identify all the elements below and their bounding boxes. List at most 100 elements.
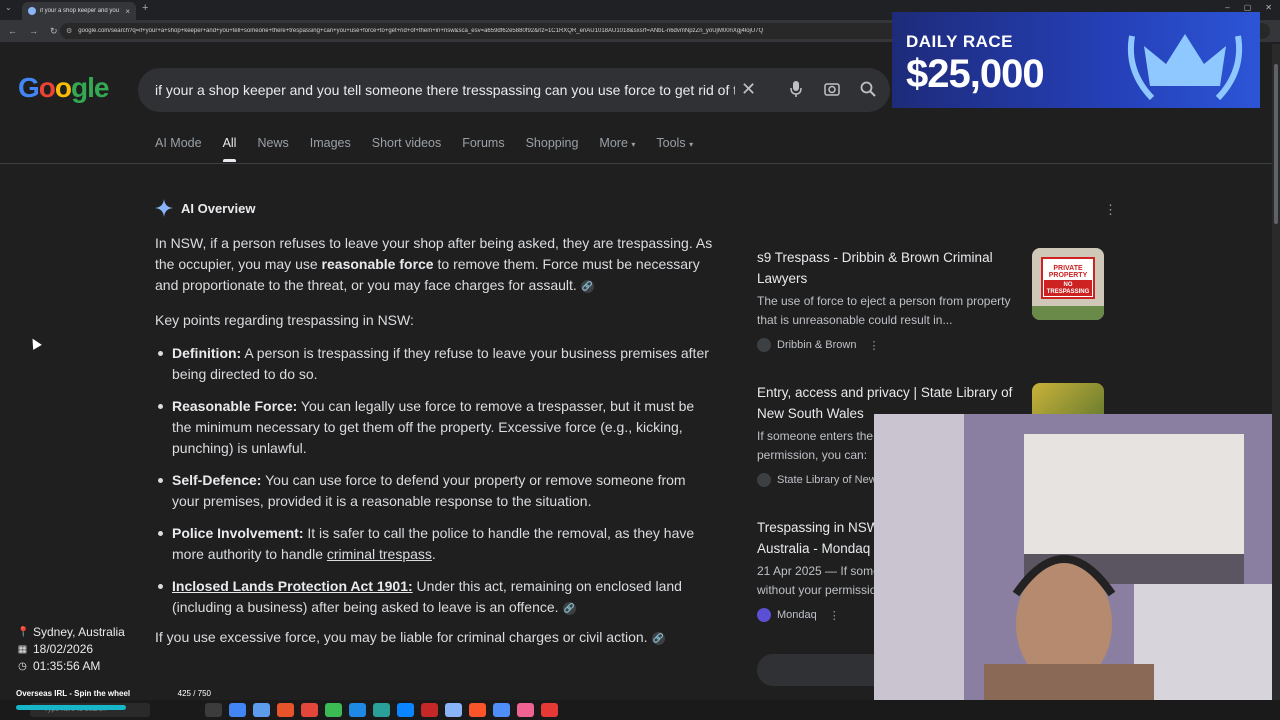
window-controls: – ▢ ✕ — [1225, 3, 1272, 12]
tab-ai-mode[interactable]: AI Mode — [155, 136, 202, 158]
more-options-icon[interactable]: ⋮ — [868, 339, 879, 352]
source-site: Dribbin & Brown ⋮ — [757, 338, 879, 352]
app-icon[interactable] — [325, 703, 342, 717]
svg-text:PRIVATE: PRIVATE — [1053, 265, 1083, 272]
link-icon[interactable]: 🔗 — [651, 631, 665, 645]
tab-forums[interactable]: Forums — [462, 136, 504, 158]
key-points-title: Key points regarding trespassing in NSW: — [155, 312, 414, 328]
link-icon[interactable]: 🔗 — [580, 279, 594, 293]
tab-tools-label: Tools — [656, 136, 686, 150]
task-view-icon[interactable] — [205, 703, 222, 717]
scrollbar-thumb[interactable] — [1274, 64, 1278, 224]
svg-text:PROPERTY: PROPERTY — [1049, 272, 1088, 279]
logo-letter: G — [18, 72, 40, 103]
spin-count: 425 / 750 — [177, 689, 211, 698]
mouse-cursor — [28, 336, 42, 350]
clock-icon: ◷ — [18, 661, 27, 672]
search-box: ✕ — [138, 68, 890, 112]
url-text: google.com/search?q=if+your+a+shop+keepe… — [78, 28, 764, 34]
sparkle-icon — [155, 199, 173, 217]
reload-icon[interactable]: ↻ — [50, 26, 58, 37]
tab-tools[interactable]: Tools ▾ — [656, 136, 693, 158]
chrome-icon[interactable] — [229, 703, 246, 717]
app-icon[interactable] — [493, 703, 510, 717]
logo-letter: o — [38, 72, 56, 103]
app-icon[interactable] — [517, 703, 534, 717]
forward-arrow-icon[interactable]: → — [29, 26, 38, 37]
ai-overview-header: AI Overview — [155, 199, 255, 217]
caret-down-icon: ▾ — [689, 140, 694, 149]
point-text: A person is trespassing if they refuse t… — [172, 345, 709, 382]
minimize-icon[interactable]: – — [1225, 3, 1229, 12]
intro-bold: reasonable force — [321, 256, 434, 272]
tab-short-videos[interactable]: Short videos — [372, 136, 441, 158]
search-input[interactable] — [155, 82, 735, 98]
location-text: Sydney, Australia — [33, 625, 125, 639]
link-icon[interactable]: 🔗 — [562, 601, 576, 615]
stream-location-info: 📍 Sydney, Australia ▦ 18/02/2026 ◷ 01:35:56… — [17, 624, 125, 675]
tab-news[interactable]: News — [257, 136, 288, 158]
list-item: Definition: A person is trespassing if t… — [155, 343, 715, 385]
tab-images[interactable]: Images — [310, 136, 351, 158]
daily-race-banner: DAILY RACE $25,000 — [892, 12, 1260, 108]
edge-icon[interactable] — [397, 703, 414, 717]
point-text: . — [431, 546, 436, 562]
site-name: Dribbin & Brown — [777, 339, 857, 351]
tab-more-label: More — [599, 136, 628, 150]
point-label: Reasonable Force: — [172, 398, 298, 414]
point-label: Self-Defence: — [172, 472, 262, 488]
more-options-icon[interactable]: ⋮ — [1104, 202, 1117, 218]
brave-icon[interactable] — [469, 703, 486, 717]
app-icon[interactable] — [253, 703, 270, 717]
time-text: 01:35:56 AM — [33, 659, 101, 673]
clear-search-icon[interactable]: ✕ — [741, 79, 756, 100]
camera-lens-icon[interactable] — [822, 79, 842, 99]
ai-closing: If you use excessive force, you may be l… — [155, 627, 715, 648]
browser-tab[interactable]: if your a shop keeper and you t × — [22, 2, 136, 20]
close-window-icon[interactable]: ✕ — [1265, 3, 1272, 12]
closing-text: If you use excessive force, you may be l… — [155, 629, 648, 645]
source-title[interactable]: s9 Trespass - Dribbin & Brown Criminal L… — [757, 247, 1017, 289]
taskbar-icons — [205, 703, 558, 717]
page-scrollbar[interactable] — [1272, 44, 1280, 700]
list-item: Self-Defence: You can use force to defen… — [155, 470, 715, 512]
app-icon[interactable] — [373, 703, 390, 717]
tab-more[interactable]: More ▾ — [599, 136, 635, 158]
site-name: Mondaq — [777, 609, 817, 621]
app-icon[interactable] — [301, 703, 318, 717]
tab-title: if your a shop keeper and you t — [40, 8, 122, 14]
point-label: Definition: — [172, 345, 242, 361]
key-points-list: Definition: A person is trespassing if t… — [155, 343, 715, 618]
new-tab-plus-icon[interactable]: + — [142, 2, 148, 14]
site-favicon-icon — [757, 338, 771, 352]
svg-text:NO: NO — [1064, 282, 1073, 288]
list-item: Police Involvement: It is safer to call … — [155, 523, 715, 565]
search-icon[interactable] — [858, 79, 878, 99]
criminal-trespass-link[interactable]: criminal trespass — [327, 546, 432, 562]
ai-intro: In NSW, if a person refuses to leave you… — [155, 233, 715, 296]
app-icon[interactable] — [349, 703, 366, 717]
site-favicon-icon — [757, 473, 771, 487]
spin-wheel-overlay: Overseas IRL - Spin the wheel 425 / 750 — [0, 688, 215, 700]
caret-down-icon: ▾ — [631, 140, 636, 149]
tab-list-chevron-icon[interactable]: ⌄ — [5, 3, 12, 12]
obs-record-icon[interactable] — [541, 703, 558, 717]
tab-all[interactable]: All — [222, 136, 236, 162]
tab-shopping[interactable]: Shopping — [526, 136, 579, 158]
site-info-icon[interactable]: ⚙ — [66, 27, 72, 35]
microphone-icon[interactable] — [786, 79, 806, 99]
act-link[interactable]: Inclosed Lands Protection Act 1901: — [172, 578, 413, 594]
tabs-divider — [0, 163, 1280, 164]
ai-overview-title: AI Overview — [181, 200, 256, 216]
banner-line1: DAILY RACE — [906, 32, 1014, 51]
close-tab-icon[interactable]: × — [125, 7, 130, 16]
firefox-icon[interactable] — [277, 703, 294, 717]
source-card[interactable]: s9 Trespass - Dribbin & Brown Criminal L… — [742, 238, 1118, 368]
google-logo[interactable]: Google — [18, 72, 109, 104]
more-options-icon[interactable]: ⋮ — [829, 609, 840, 622]
private-property-sign-thumbnail[interactable]: PRIVATE PROPERTY NO TRESPASSING — [1032, 248, 1104, 320]
app-icon[interactable] — [421, 703, 438, 717]
maximize-icon[interactable]: ▢ — [1244, 3, 1252, 12]
back-arrow-icon[interactable]: ← — [8, 26, 17, 37]
app-icon[interactable] — [445, 703, 462, 717]
